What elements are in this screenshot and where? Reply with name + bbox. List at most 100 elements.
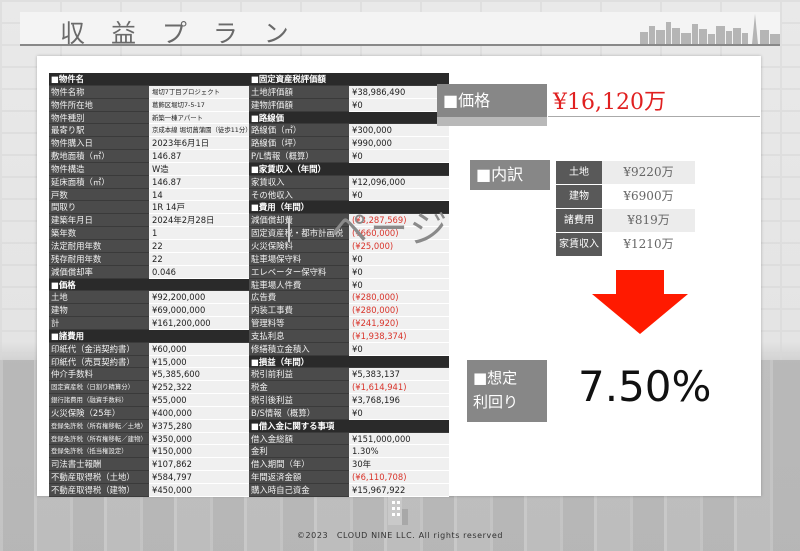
right-row: 修繕積立金積入 ¥0: [249, 342, 449, 356]
right-label: 修繕積立金積入: [249, 342, 349, 356]
left-row: 印紙代（売買契約書） ¥15,000: [49, 355, 249, 369]
left-row: 固定資産税（日割り精算分） ¥252,322: [49, 381, 249, 395]
left-label: 減価償却率: [49, 265, 149, 279]
right-value: (¥1,614,941): [349, 381, 449, 395]
left-label: 延床面積（㎡）: [49, 175, 149, 189]
left-value: W造: [149, 162, 249, 176]
company-logo-icon: [388, 497, 408, 525]
right-label: エレベーター保守料: [249, 265, 349, 279]
right-label: 税引前利益: [249, 368, 349, 382]
left-row: 建物 ¥69,000,000: [49, 304, 249, 318]
breakdown-label-cell: 土地: [556, 161, 602, 184]
left-row: ■物件名: [49, 73, 249, 86]
left-label: 間取り: [49, 201, 149, 215]
watermark-bar: [288, 218, 290, 242]
left-section-header: ■価格: [49, 278, 249, 292]
right-row: エレベーター保守料 ¥0: [249, 265, 449, 279]
right-section-header: ■借入金に関する事項: [249, 419, 449, 433]
left-section-header: ■物件名: [49, 73, 249, 86]
left-value: 1: [149, 227, 249, 240]
left-label: 物件種別: [49, 111, 149, 125]
right-label: 金利: [249, 445, 349, 459]
right-label: 内装工事費: [249, 304, 349, 318]
right-value: 1.30%: [349, 445, 449, 459]
price-label: ■価格: [437, 84, 547, 117]
left-row: 土地 ¥92,200,000: [49, 291, 249, 305]
right-label: 家賃収入: [249, 175, 349, 189]
left-label: 登録免許税（所有権移転／土地）: [49, 419, 149, 433]
right-row: ■固定資産税評価額: [249, 73, 449, 86]
left-label: 法定耐用年数: [49, 239, 149, 253]
left-label: 最寄り駅: [49, 124, 149, 138]
right-row: 年間返済金額 (¥6,110,708): [249, 471, 449, 484]
left-label: 敷地面積（㎡）: [49, 150, 149, 163]
breakdown-value-cell: ¥1210万: [623, 237, 674, 251]
right-section-header: ■家賃収入（年間）: [249, 162, 449, 176]
right-row: ■家賃収入（年間）: [249, 162, 449, 176]
left-row: 間取り 1R 14戸: [49, 201, 249, 215]
right-value: (¥241,920): [349, 317, 449, 330]
right-row: 税引前利益 ¥5,383,137: [249, 368, 449, 382]
financial-details-table: ■固定資産税評価額 土地評価額 ¥38,986,490 建物評価額 ¥0 ■路線価路線価（…: [249, 73, 449, 497]
left-row: 敷地面積（㎡） 146.87: [49, 150, 249, 163]
right-label: 借入金総額: [249, 432, 349, 446]
breakdown-value-cell: ¥6900万: [623, 189, 674, 203]
right-row: 建物評価額 ¥0: [249, 98, 449, 112]
right-value: 30年: [349, 458, 449, 472]
arrow-down-icon: [592, 270, 688, 334]
left-value: ¥252,322: [149, 381, 249, 395]
yield-label: ■想定 利回り: [467, 360, 547, 422]
right-row: 土地評価額 ¥38,986,490: [249, 85, 449, 99]
right-row: 管理料等 (¥241,920): [249, 317, 449, 330]
left-row: 火災保険（25年） ¥400,000: [49, 406, 249, 420]
right-row: 購入時自己資金 ¥15,967,922: [249, 484, 449, 497]
left-row: 物件名称 堀切7丁目プロジェクト: [49, 85, 249, 99]
yield-label-line2: 利回り: [473, 393, 519, 411]
left-label: 築年数: [49, 227, 149, 240]
property-details-table: ■物件名 物件名称 堀切7丁目プロジェクト 物件所在地 葛飾区堀切7-5-17 物件種別新…: [49, 73, 249, 497]
yield-value: 7.50%: [578, 362, 712, 411]
left-row: ■価格: [49, 278, 249, 292]
left-value: 京成本線 堀切菖蒲園（徒歩11分）: [149, 124, 249, 138]
left-value: ¥92,200,000: [149, 291, 249, 305]
right-value: ¥0: [349, 265, 449, 279]
right-section-header: ■損益（年間）: [249, 355, 449, 369]
left-row: ■諸費用: [49, 329, 249, 343]
left-value: ¥55,000: [149, 394, 249, 407]
price-label-shadow: [437, 117, 547, 126]
right-label: 購入時自己資金: [249, 484, 349, 497]
left-row: 残存耐用年数 22: [49, 252, 249, 266]
left-value: ¥450,000: [149, 484, 249, 497]
right-row: B/S情報（概算） ¥0: [249, 406, 449, 420]
left-value: ¥400,000: [149, 406, 249, 420]
right-row: 路線価（坪） ¥990,000: [249, 137, 449, 151]
left-label: 物件購入日: [49, 137, 149, 151]
title-bar: 収 益 プ ラ ン: [20, 12, 780, 48]
right-section-header: ■路線価: [249, 111, 449, 125]
left-row: 建築年月日 2024年2月28日: [49, 214, 249, 228]
right-value: ¥12,096,000: [349, 175, 449, 189]
price-underline: [548, 116, 760, 117]
right-row: ■損益（年間）: [249, 355, 449, 369]
right-value: (¥280,000): [349, 291, 449, 305]
breakdown-value-cell: ¥9220万: [602, 161, 695, 184]
left-row: 減価償却率 0.046: [49, 265, 249, 279]
left-label: 銀行諸費用（融資手数料）: [49, 394, 149, 407]
breakdown-label: ■内訳: [470, 160, 550, 190]
right-value: ¥0: [349, 98, 449, 112]
left-label: 建築年月日: [49, 214, 149, 228]
left-value: ¥60,000: [149, 342, 249, 356]
right-label: 土地評価額: [249, 85, 349, 99]
breakdown-label-cell: 建物: [556, 185, 602, 208]
right-label: 年間返済金額: [249, 471, 349, 484]
right-value: ¥0: [349, 342, 449, 356]
right-section-header: ■固定資産税評価額: [249, 73, 449, 86]
left-value: 0.046: [149, 265, 249, 279]
left-value: ¥15,000: [149, 355, 249, 369]
left-label: 火災保険（25年）: [49, 406, 149, 420]
left-row: 登録免許税（抵当権設定） ¥150,000: [49, 445, 249, 459]
left-label: 登録免許税（抵当権設定）: [49, 445, 149, 459]
left-label: 固定資産税（日割り精算分）: [49, 381, 149, 395]
right-row: ■借入金に関する事項: [249, 419, 449, 433]
breakdown-row: 土地 ¥9220万: [556, 161, 695, 184]
